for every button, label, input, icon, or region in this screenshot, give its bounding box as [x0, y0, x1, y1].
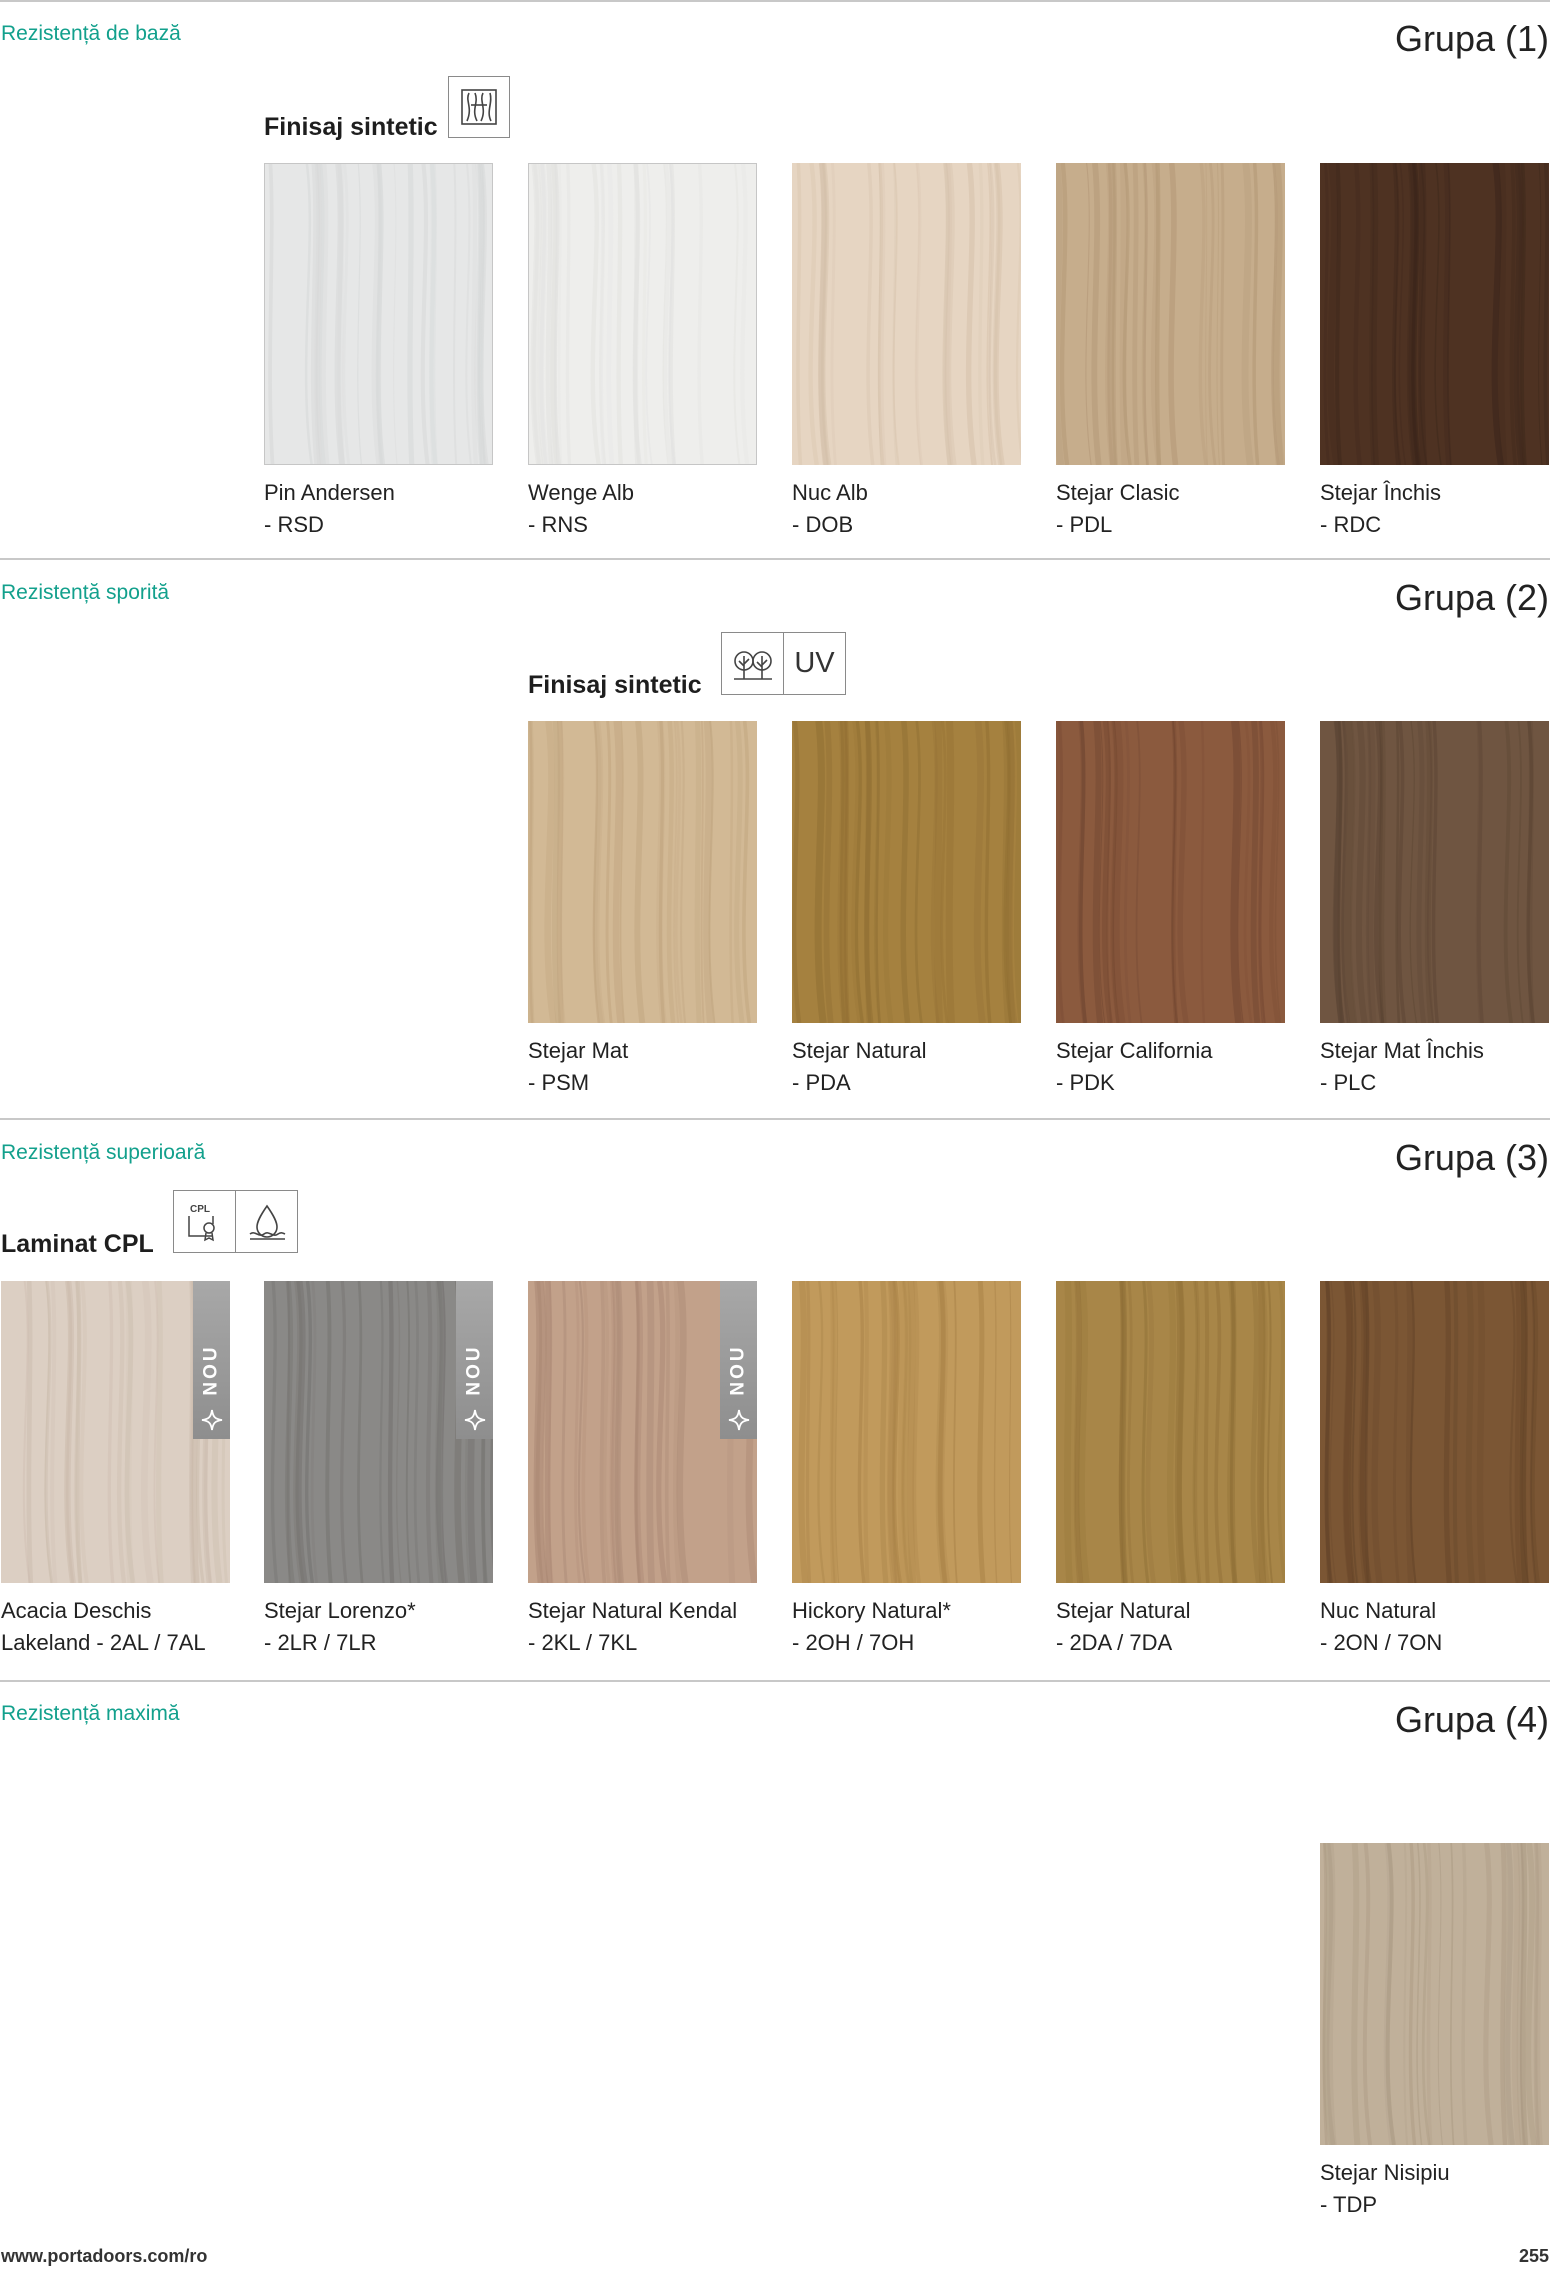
swatch-caption: Stejar Nisipiu - TDP [1320, 2157, 1450, 2221]
swatch-caption: Nuc Natural - 2ON / 7ON [1320, 1595, 1442, 1659]
swatch-code: - RNS [528, 512, 588, 537]
swatch-name: Stejar California [1056, 1038, 1213, 1063]
section-divider [0, 0, 1550, 2]
swatch-caption: Nuc Alb - DOB [792, 477, 868, 541]
finish-swatch[interactable]: NOU [264, 1281, 493, 1583]
finish-title: Finisaj sintetic [528, 671, 702, 699]
swatch-code: - PDK [1056, 1070, 1115, 1095]
sparkle-icon [464, 1409, 485, 1431]
finish-swatch[interactable] [1320, 1281, 1549, 1583]
swatch-name: Stejar Natural [792, 1038, 927, 1063]
swatch-name: Nuc Alb [792, 480, 868, 505]
finish-swatch[interactable] [792, 1281, 1021, 1583]
finish-swatch[interactable] [1320, 1843, 1549, 2145]
uv-text: UV [794, 647, 835, 679]
swatch-name: Stejar Închis [1320, 480, 1442, 505]
swatch-code: - 2OH / 7OH [792, 1630, 915, 1655]
finish-swatch[interactable] [1320, 721, 1549, 1023]
water-resistant-icon [235, 1190, 298, 1253]
swatch-name: Stejar Clasic [1056, 480, 1180, 505]
swatch-code: - 2LR / 7LR [264, 1630, 377, 1655]
swatch-caption: Stejar Închis - RDC [1320, 477, 1441, 541]
swatch-name: Stejar Lorenzo* [264, 1598, 416, 1623]
section-label: Rezistență maximă [1, 1702, 180, 1725]
sparkle-icon [728, 1409, 749, 1431]
section-divider [0, 1680, 1550, 1682]
section-label: Rezistență de bază [1, 22, 181, 45]
finish-swatch[interactable] [528, 163, 757, 465]
swatch-code: Lakeland - 2AL / 7AL [1, 1630, 206, 1655]
finish-swatch[interactable] [528, 721, 757, 1023]
swatch-caption: Pin Andersen - RSD [264, 477, 395, 541]
swatch-caption: Stejar Lorenzo* - 2LR / 7LR [264, 1595, 416, 1659]
sparkle-icon [201, 1409, 222, 1431]
finish-swatch[interactable] [264, 163, 493, 465]
new-badge-text: NOU [727, 1344, 749, 1396]
cpl-text: CPL [190, 1204, 210, 1215]
swatch-code: - PDL [1056, 512, 1113, 537]
finish-swatch[interactable]: NOU [528, 1281, 757, 1583]
swatch-name: Wenge Alb [528, 480, 635, 505]
new-badge-text: NOU [463, 1344, 485, 1396]
swatch-caption: Acacia Deschis Lakeland - 2AL / 7AL [1, 1595, 206, 1659]
swatch-name: Pin Andersen [264, 480, 395, 505]
swatch-caption: Stejar Clasic - PDL [1056, 477, 1179, 541]
swatch-caption: Stejar California - PDK [1056, 1035, 1213, 1099]
swatch-code: - TDP [1320, 2192, 1378, 2217]
swatch-name: Nuc Natural [1320, 1598, 1437, 1623]
new-badge-text: NOU [200, 1344, 222, 1396]
swatch-name: Stejar Natural Kendal [528, 1598, 738, 1623]
swatch-name: Stejar Natural [1056, 1598, 1191, 1623]
swatch-code: - 2ON / 7ON [1320, 1630, 1443, 1655]
swatch-code: - PDA [792, 1070, 851, 1095]
swatch-name: Stejar Nisipiu [1320, 2160, 1450, 2185]
swatch-code: - RSD [264, 512, 324, 537]
swatch-caption: Wenge Alb - RNS [528, 477, 634, 541]
finish-swatch[interactable] [1056, 1281, 1285, 1583]
finish-swatch[interactable] [792, 721, 1021, 1023]
swatch-caption: Stejar Mat Închis - PLC [1320, 1035, 1484, 1099]
swatch-caption: Stejar Natural - PDA [792, 1035, 927, 1099]
swatch-caption: Stejar Natural - 2DA / 7DA [1056, 1595, 1191, 1659]
footer-url[interactable]: www.portadoors.com/ro [1, 2246, 207, 2267]
swatch-name: Stejar Mat [528, 1038, 629, 1063]
new-badge: NOU [720, 1281, 757, 1439]
finish-swatch[interactable] [1056, 163, 1285, 465]
finish-title: Finisaj sintetic [264, 113, 438, 141]
swatch-code: - 2DA / 7DA [1056, 1630, 1173, 1655]
swatch-caption: Stejar Natural Kendal - 2KL / 7KL [528, 1595, 737, 1659]
section-label: Rezistență superioară [1, 1141, 206, 1164]
new-badge: NOU [193, 1281, 230, 1439]
section-divider [0, 1118, 1550, 1120]
swatch-name: Hickory Natural* [792, 1598, 951, 1623]
swatch-caption: Hickory Natural* - 2OH / 7OH [792, 1595, 951, 1659]
swatch-code: - 2KL / 7KL [528, 1630, 638, 1655]
group-title: Grupa (4) [1394, 1699, 1549, 1740]
swatch-code: - PLC [1320, 1070, 1377, 1095]
swatch-code: - PSM [528, 1070, 590, 1095]
swatch-code: - RDC [1320, 512, 1382, 537]
new-badge: NOU [456, 1281, 493, 1439]
group-title: Grupa (3) [1394, 1137, 1549, 1178]
group-title: Grupa (1) [1394, 18, 1549, 59]
finish-swatch[interactable]: NOU [1, 1281, 230, 1583]
wood-grain-icon [448, 76, 510, 138]
trees-icon [721, 632, 784, 695]
section-label: Rezistență sporită [1, 581, 170, 604]
group-title: Grupa (2) [1394, 577, 1549, 618]
cpl-certificate-icon: CPL [173, 1190, 236, 1253]
swatch-caption: Stejar Mat - PSM [528, 1035, 628, 1099]
section-divider [0, 558, 1550, 560]
finish-swatch[interactable] [792, 163, 1021, 465]
swatch-name: Stejar Mat Închis [1320, 1038, 1484, 1063]
finish-swatch[interactable] [1056, 721, 1285, 1023]
finish-title: Laminat CPL [1, 1230, 154, 1258]
swatch-name: Acacia Deschis [1, 1598, 152, 1623]
finish-swatch[interactable] [1320, 163, 1549, 465]
page-number: 255 [1518, 2246, 1549, 2266]
swatch-code: - DOB [792, 512, 854, 537]
uv-icon: UV [783, 632, 846, 695]
